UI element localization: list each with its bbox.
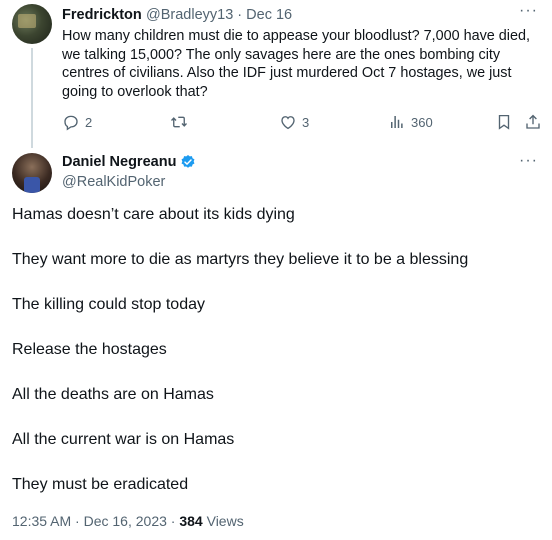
tweet-text-line: The killing could stop today [12,296,205,313]
reply-count: 2 [85,114,93,130]
main-author-name-row[interactable]: Daniel Negreanu [62,154,196,170]
reply-more-options-button[interactable]: ··· [519,2,538,20]
bookmark-icon [498,114,510,130]
reply-button[interactable]: 2 [62,112,92,132]
tweet-text-line: Release the hostages [12,341,167,358]
footer-separator: · [75,513,84,529]
footer-separator: · [170,513,176,529]
tweet-time[interactable]: 12:35 AM [12,513,71,529]
like-count: 3 [302,114,310,130]
share-icon [526,114,540,129]
tweet-text-line: They want more to die as martyrs they be… [12,251,469,268]
tweet-text-line: All the current war is on Hamas [12,431,235,448]
bookmark-button[interactable] [495,112,513,132]
tweet-views-count: 384 [179,513,203,529]
tweet-text-line: Hamas doesn’t care about its kids dying [12,206,295,223]
main-author-avatar[interactable] [12,153,52,193]
reply-icon [64,115,78,131]
thread-connector-line [31,48,33,148]
main-author-handle[interactable]: @RealKidPoker [62,174,165,190]
retweet-button[interactable] [170,112,193,132]
views-button[interactable]: 360 [388,112,433,132]
like-icon [281,116,295,130]
tweet-text-line: All the deaths are on Hamas [12,386,214,403]
views-icon [391,116,403,128]
meta-separator: · [237,7,243,23]
tweet-date[interactable]: Dec 16, 2023 [84,513,167,529]
tweet-views-label: Views [206,513,244,529]
reply-author-avatar[interactable] [12,4,52,44]
reply-author-meta: @Bradleyy13 · Dec 16 [146,7,292,23]
views-count: 360 [411,114,433,130]
like-button[interactable]: 3 [279,112,309,132]
reply-author-handle[interactable]: @Bradleyy13 [146,7,233,23]
reply-date[interactable]: Dec 16 [246,7,292,23]
tweet-text-line: They must be eradicated [12,476,189,493]
verified-badge-icon [181,155,195,168]
reply-tweet-text: How many children must die to appease yo… [62,28,530,100]
main-author-name[interactable]: Daniel Negreanu [62,154,176,170]
share-button[interactable] [524,112,542,132]
reply-author-name[interactable]: Fredrickton [62,7,142,23]
tweet-timestamp-row: 12:35 AM · Dec 16, 2023 · 384 Views [12,513,244,529]
main-more-options-button[interactable]: ··· [519,152,538,170]
retweet-icon [171,116,187,128]
